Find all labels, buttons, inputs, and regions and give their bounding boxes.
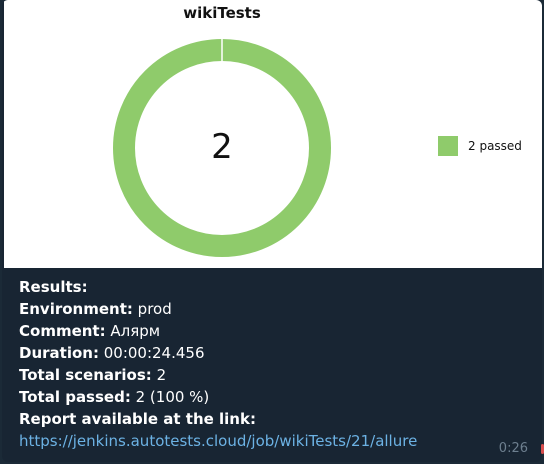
report-label-line: Report available at the link: [19, 410, 256, 428]
total-passed-line: Total passed: 2 (100 %) [19, 388, 210, 406]
report-link-line: https://jenkins.autotests.cloud/job/wiki… [19, 430, 519, 452]
donut-center-value: 2 [211, 127, 233, 167]
chat-message: wikiTests 2 2 passed Results: Environmen… [2, 0, 542, 462]
legend-swatch-passed [438, 136, 458, 156]
comment-line: Comment: Алярм [19, 322, 161, 340]
legend-label-passed: 2 passed [468, 139, 522, 153]
donut-chart: 2 [113, 39, 331, 257]
chart-image[interactable]: wikiTests 2 2 passed [4, 0, 542, 268]
message-text: Results: Environment: prod Comment: Аляр… [19, 276, 519, 452]
results-heading: Results: [19, 278, 88, 296]
message-timestamp: 0:26 [498, 441, 528, 456]
total-scenarios-line: Total scenarios: 2 [19, 366, 167, 384]
environment-line: Environment: prod [19, 300, 172, 318]
chart-legend: 2 passed [438, 136, 522, 156]
duration-line: Duration: 00:00:24.456 [19, 344, 205, 362]
report-link[interactable]: https://jenkins.autotests.cloud/job/wiki… [19, 432, 417, 450]
